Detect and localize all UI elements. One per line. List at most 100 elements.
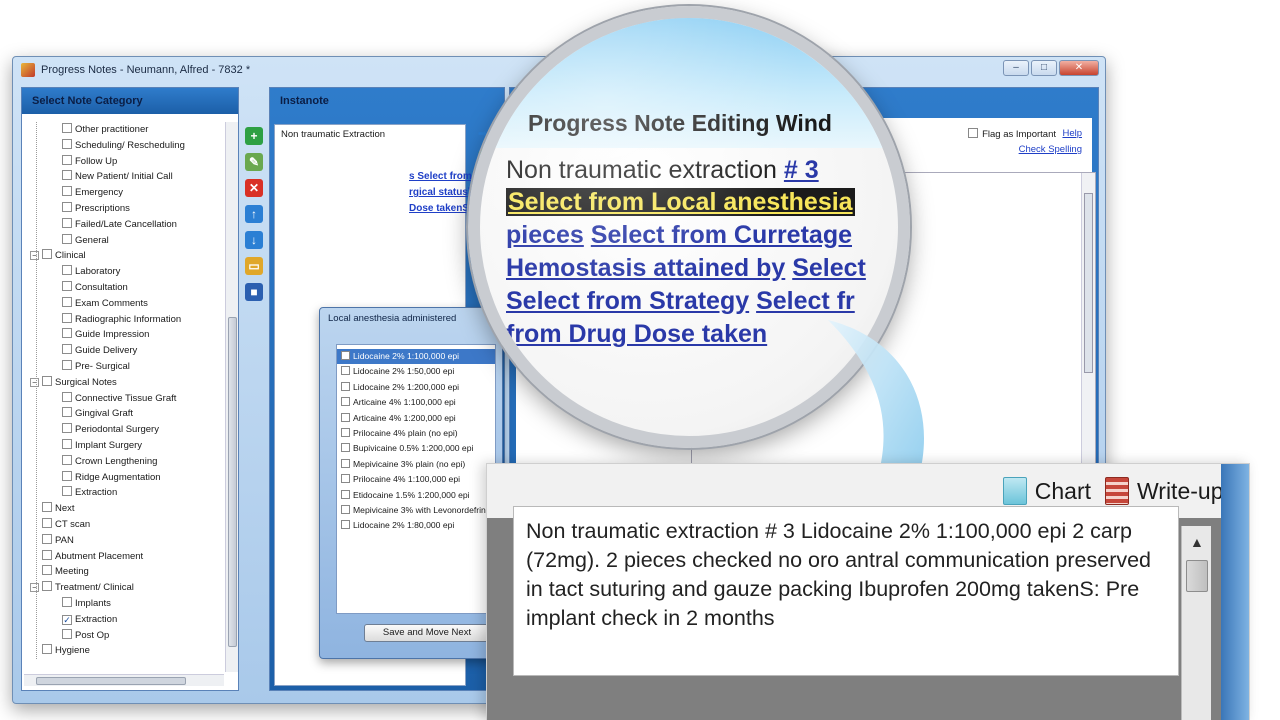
tree-node-checkbox[interactable] <box>62 154 72 165</box>
option-checkbox[interactable] <box>341 504 350 514</box>
tab-write-ups[interactable]: Write-ups <box>1105 477 1235 505</box>
tree-node[interactable]: General <box>62 233 109 248</box>
tree-node[interactable]: Meeting <box>30 564 89 579</box>
anesthesia-option[interactable]: Lidocaine 2% 1:50,000 epi <box>337 364 495 379</box>
tree-node-checkbox[interactable] <box>62 628 72 639</box>
anesthesia-option[interactable]: Lidocaine 2% 1:200,000 epi <box>337 380 495 395</box>
add-icon[interactable]: + <box>245 127 263 145</box>
tree-node[interactable]: Other practitioner <box>62 122 148 137</box>
tree-node[interactable]: Prescriptions <box>62 201 130 216</box>
anesthesia-option[interactable]: Articaine 4% 1:100,000 epi <box>337 395 495 410</box>
option-checkbox[interactable] <box>341 427 350 437</box>
expand-collapse-icon[interactable]: − <box>30 251 39 261</box>
option-checkbox[interactable] <box>341 366 350 376</box>
tree-node[interactable]: New Patient/ Initial Call <box>62 169 173 184</box>
anesthesia-option[interactable]: Articaine 4% 1:200,000 epi <box>337 411 495 426</box>
tree-node[interactable]: Pre- Surgical <box>62 359 130 374</box>
tree-node-checkbox[interactable] <box>62 423 72 434</box>
tree-node[interactable]: Connective Tissue Graft <box>62 391 176 406</box>
expand-collapse-icon[interactable]: − <box>30 377 39 387</box>
tree-node-checkbox[interactable] <box>62 328 72 339</box>
hscrollbar-thumb[interactable] <box>36 677 186 685</box>
tree-node-checkbox[interactable] <box>42 249 52 260</box>
tree-node-checkbox[interactable] <box>62 470 72 481</box>
tree-node[interactable]: Extraction <box>62 485 117 500</box>
scrollbar-thumb[interactable] <box>1084 193 1093 373</box>
tree-node[interactable]: ✓ Extraction <box>62 612 117 627</box>
minimize-button[interactable]: – <box>1003 60 1029 76</box>
tree-node-checkbox[interactable] <box>62 344 72 355</box>
anesthesia-option[interactable]: Mepivicaine 3% plain (no epi) <box>337 457 495 472</box>
option-checkbox[interactable] <box>341 381 350 391</box>
tree-node-checkbox[interactable] <box>42 375 52 386</box>
tree-node-checkbox[interactable] <box>62 123 72 133</box>
option-checkbox[interactable] <box>341 397 350 407</box>
tree-node[interactable]: Consultation <box>62 280 128 295</box>
option-checkbox[interactable] <box>341 474 350 484</box>
writeup-scrollbar[interactable]: ▲ <box>1181 526 1211 720</box>
check-spelling-link[interactable]: Check Spelling <box>1019 144 1082 155</box>
category-tree-scrollbar[interactable] <box>225 122 238 672</box>
option-checkbox[interactable] <box>341 458 350 468</box>
writeup-note-text[interactable]: Non traumatic extraction # 3 Lidocaine 2… <box>513 506 1179 676</box>
flag-important[interactable]: Flag as Important <box>968 128 1056 140</box>
help-link[interactable]: Help <box>1062 128 1082 139</box>
tree-node[interactable]: Periodontal Surgery <box>62 422 159 437</box>
tree-node-checkbox[interactable] <box>62 360 72 370</box>
anesthesia-option[interactable]: Lidocaine 2% 1:100,000 epi <box>337 349 495 365</box>
option-checkbox[interactable] <box>341 351 350 360</box>
tree-node[interactable]: Exam Comments <box>62 296 148 311</box>
tree-node-checkbox[interactable] <box>62 439 72 449</box>
anesthesia-option[interactable]: Prilocaine 4% plain (no epi) <box>337 426 495 441</box>
tree-node-checkbox[interactable] <box>62 265 72 276</box>
save-icon[interactable]: ■ <box>245 283 263 301</box>
save-and-move-next-button[interactable]: Save and Move Next <box>364 624 490 642</box>
tree-node-checkbox[interactable]: ✓ <box>62 614 72 625</box>
tab-chart[interactable]: Chart <box>1002 477 1091 505</box>
tree-node-checkbox[interactable] <box>42 518 52 528</box>
tree-node-checkbox[interactable] <box>42 533 52 544</box>
tree-node[interactable]: Implant Surgery <box>62 438 142 453</box>
anesthesia-option[interactable]: Lidocaine 2% 1:80,000 epi <box>337 518 495 533</box>
tooth-number-link[interactable]: # 3 <box>784 156 819 184</box>
option-checkbox[interactable] <box>341 412 350 422</box>
hemostasis-link[interactable]: Hemostasis attained by <box>506 254 785 282</box>
tree-node-checkbox[interactable] <box>62 597 72 607</box>
tree-node-checkbox[interactable] <box>62 202 72 212</box>
tree-node-checkbox[interactable] <box>62 391 72 402</box>
tree-node[interactable]: − Treatment/ Clinical <box>30 580 134 595</box>
tree-node[interactable]: Failed/Late Cancellation <box>62 217 177 232</box>
expand-collapse-icon[interactable]: − <box>30 583 39 593</box>
select-link[interactable]: Select <box>792 254 866 282</box>
move-down-icon[interactable]: ↓ <box>245 231 263 249</box>
option-checkbox[interactable] <box>341 489 350 499</box>
tree-node[interactable]: Guide Delivery <box>62 343 137 358</box>
delete-icon[interactable]: ✕ <box>245 179 263 197</box>
anesthesia-option[interactable]: Prilocaine 4% 1:100,000 epi <box>337 472 495 487</box>
anesthesia-option[interactable]: Mepivicaine 3% with Levonordefrin <box>337 503 495 518</box>
instanote-item[interactable]: Non traumatic Extraction <box>275 125 465 144</box>
drug-dose-link[interactable]: from Drug Dose taken <box>506 320 767 348</box>
tree-node[interactable]: CT scan <box>30 517 90 532</box>
tree-node-checkbox[interactable] <box>62 312 72 323</box>
tree-node-checkbox[interactable] <box>62 233 72 244</box>
tree-node-checkbox[interactable] <box>42 644 52 655</box>
tree-node[interactable]: Crown Lengthening <box>62 454 157 469</box>
tree-node[interactable]: Ridge Augmentation <box>62 470 161 485</box>
tree-node-checkbox[interactable] <box>62 407 72 418</box>
tree-node-checkbox[interactable] <box>62 186 72 197</box>
curretage-link[interactable]: Select from Curretage <box>591 221 852 249</box>
flag-checkbox[interactable] <box>968 128 979 138</box>
option-checkbox[interactable] <box>341 520 350 530</box>
tree-node[interactable]: − Surgical Notes <box>30 375 117 390</box>
tree-node-checkbox[interactable] <box>42 502 52 513</box>
tree-node[interactable]: Post Op <box>62 628 109 643</box>
pieces-link[interactable]: pieces <box>506 221 584 249</box>
scroll-up-icon[interactable]: ▲ <box>1190 534 1204 550</box>
scrollbar-thumb[interactable] <box>228 317 237 647</box>
edit-icon[interactable]: ✎ <box>245 153 263 171</box>
option-checkbox[interactable] <box>341 443 350 453</box>
tree-node-checkbox[interactable] <box>62 170 72 181</box>
tree-node-checkbox[interactable] <box>62 138 72 149</box>
local-anesthesia-link[interactable]: Select from Local anesthesia <box>506 188 855 216</box>
